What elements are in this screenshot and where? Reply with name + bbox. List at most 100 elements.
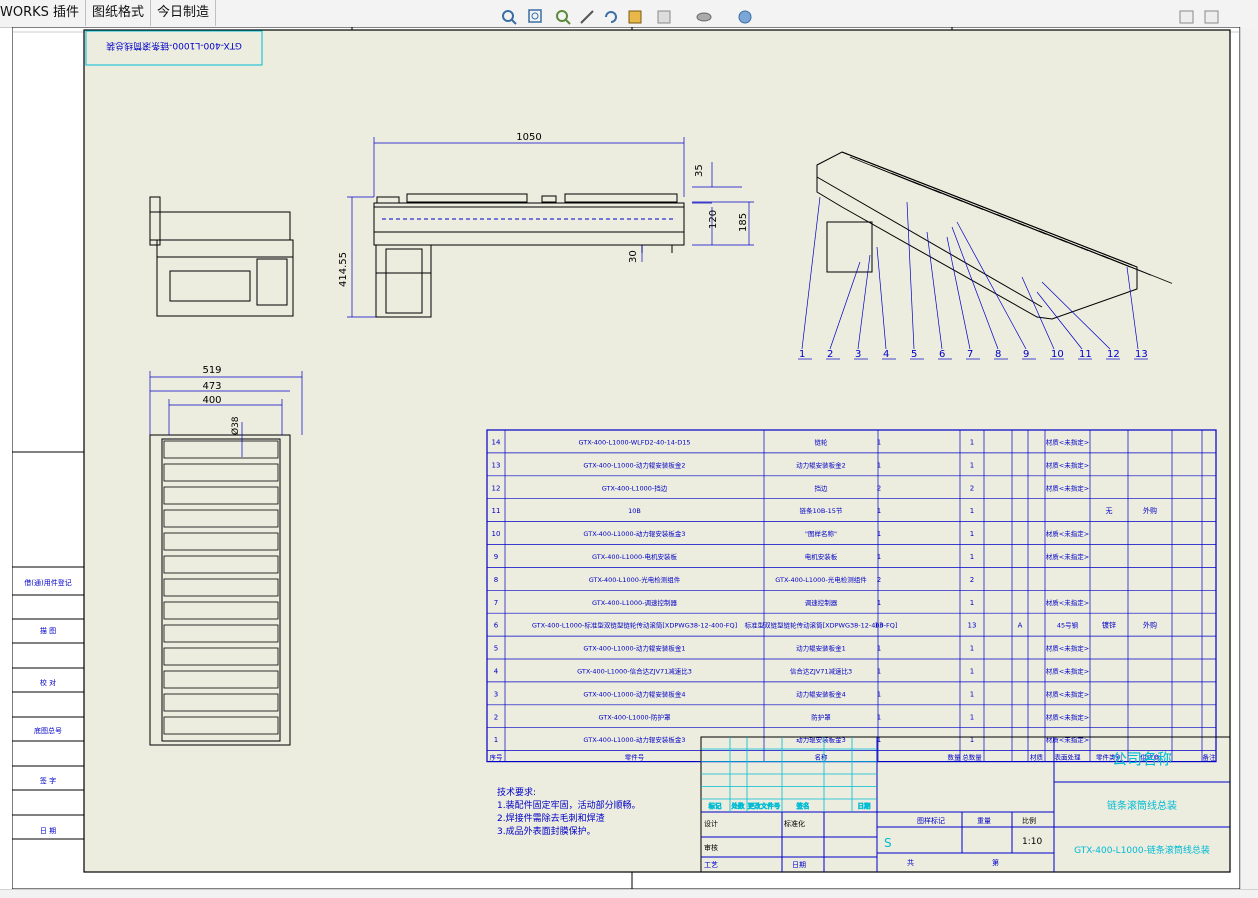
bom-cell: 外购 bbox=[1143, 621, 1157, 630]
bom-cell: "图样名称" bbox=[805, 529, 837, 538]
drawing-name: 链条滚筒线总装 bbox=[1107, 799, 1177, 812]
drawing-canvas: 1 借(通)用件登记 描 图 校 对 底图总号 签 字 日 期 GTX-400-… bbox=[11, 21, 1241, 890]
bom-cell: GTX-400-L1000-标准型双链型链轮传动滚筒[XDPWG38-12-40… bbox=[532, 621, 737, 630]
bom-cell: 13 bbox=[492, 461, 501, 469]
zoom-area-icon[interactable] bbox=[527, 8, 545, 26]
dim-120: 120 bbox=[708, 210, 719, 229]
bom-cell: 调速控制器 bbox=[805, 598, 838, 607]
bom-cell: 1 bbox=[970, 438, 974, 446]
dim-top-width: 1050 bbox=[516, 132, 541, 143]
weight-label: 重量 bbox=[977, 817, 991, 825]
bom-cell: 8 bbox=[494, 576, 498, 584]
rev-col-label: 更改文件号 bbox=[748, 801, 781, 810]
drawing-number: GTX-400-L1000-链条滚筒线总装 bbox=[1074, 844, 1210, 856]
dim-473: 473 bbox=[202, 381, 221, 392]
bom-cell: 镀锌 bbox=[1102, 621, 1116, 630]
panel-expand-icon[interactable] bbox=[1203, 8, 1221, 26]
sheet-label: 第 bbox=[992, 858, 999, 867]
bom-cell: 材质<未指定> bbox=[1046, 552, 1089, 561]
bom-cell: 14 bbox=[492, 438, 501, 446]
balloon-number: 12 bbox=[1107, 349, 1120, 360]
tech-line: 3.成品外表面封膜保护。 bbox=[497, 825, 596, 837]
bom-cell: 材质<未指定> bbox=[1046, 437, 1089, 446]
bom-cell: 12 bbox=[492, 484, 501, 492]
design-label: 设计 bbox=[704, 819, 718, 828]
tab-sheet-format[interactable]: 图纸格式 bbox=[86, 0, 152, 26]
bom-cell: GTX-400-L1000-信合达ZJV71减速比3 bbox=[577, 666, 692, 675]
process-label: 工艺 bbox=[704, 861, 718, 869]
bom-cell: GTX-400-L1000-WLFD2-40-14-D15 bbox=[578, 438, 690, 446]
sidebar-label: 日 期 bbox=[40, 827, 56, 835]
drawing-frame bbox=[83, 29, 1231, 873]
bom-cell: 1 bbox=[970, 713, 974, 721]
bom-cell: 1 bbox=[970, 461, 974, 469]
sidebar-label: 底图总号 bbox=[34, 726, 62, 735]
bom-cell: 1 bbox=[970, 507, 974, 515]
bom-cell: 1 bbox=[970, 667, 974, 675]
appearance-icon[interactable] bbox=[736, 8, 754, 26]
dim-30: 30 bbox=[628, 250, 639, 263]
bom-cell: 材质 bbox=[1030, 753, 1044, 762]
sketch-tool-icon[interactable] bbox=[578, 8, 596, 26]
bom-cell: 1 bbox=[970, 599, 974, 607]
tech-line: 1.装配件固定牢固，活动部分顺畅。 bbox=[497, 799, 641, 811]
balloon-number: 9 bbox=[1023, 349, 1029, 360]
bom-cell: 电机安装板 bbox=[805, 552, 838, 561]
bom-cell: GTX-400-L1000-动力辊安装板金1 bbox=[583, 644, 685, 653]
bom-cell: 材质<未指定> bbox=[1046, 666, 1089, 675]
bom-cell: 1 bbox=[877, 461, 881, 469]
balloon-number: 7 bbox=[967, 349, 973, 360]
bom-cell: GTX-400-L1000-动力辊安装板金3 bbox=[583, 529, 685, 538]
bom-cell: 材质<未指定> bbox=[1046, 644, 1089, 653]
rev-col-label: 标记 bbox=[709, 801, 723, 810]
bom-cell: 零件号 bbox=[625, 753, 645, 762]
bom-cell: 1 bbox=[970, 530, 974, 538]
dim-519: 519 bbox=[202, 365, 221, 376]
sidebar-label: 借(通)用件登记 bbox=[24, 578, 71, 587]
bom-cell: 信合达ZJV71减速比3 bbox=[790, 666, 852, 675]
bom-cell: GTX-400-L1000-动力辊安装板金4 bbox=[583, 689, 685, 698]
bom-cell: 动力辊安装板金4 bbox=[796, 689, 846, 698]
bom-cell: 防护罩 bbox=[811, 712, 831, 721]
bom-cell: 10B bbox=[628, 507, 641, 515]
view-orientation-icon[interactable] bbox=[655, 8, 673, 26]
tab-works-addins[interactable]: WORKS 插件 bbox=[0, 0, 87, 26]
balloon-number: 8 bbox=[995, 349, 1001, 360]
bom-cell: GTX-400-L1000-电机安装板 bbox=[592, 552, 678, 561]
bom-cell: 数量 bbox=[948, 753, 962, 762]
vertical-scrollbar[interactable] bbox=[1240, 27, 1258, 889]
zoom-previous-icon[interactable] bbox=[554, 8, 572, 26]
bom-cell: 1 bbox=[877, 507, 881, 515]
rotate-icon[interactable] bbox=[602, 8, 620, 26]
bom-cell: 名称 bbox=[815, 753, 829, 762]
bom-cell: 动力辊安装板金2 bbox=[796, 460, 846, 469]
hide-show-icon[interactable] bbox=[695, 8, 713, 26]
bom-cell: 2 bbox=[494, 713, 498, 721]
standard-label: 标准化 bbox=[784, 819, 805, 828]
bom-cell: 1 bbox=[877, 645, 881, 653]
bom-cell: 1 bbox=[877, 667, 881, 675]
bom-cell: 链条10B-15节 bbox=[800, 506, 843, 515]
bom-cell: 45号钢 bbox=[1057, 622, 1079, 630]
drawing-sheet[interactable]: 1 借(通)用件登记 描 图 校 对 底图总号 签 字 日 期 GTX-400-… bbox=[11, 21, 1241, 890]
bom-cell: 链轮 bbox=[815, 437, 829, 446]
bom-cell: 外购 bbox=[1143, 506, 1157, 515]
stage-label: 图样标记 bbox=[917, 816, 945, 825]
rev-col-label: 处数 bbox=[732, 801, 746, 810]
sidebar-label: 描 图 bbox=[40, 626, 56, 635]
panel-restore-icon[interactable] bbox=[1178, 8, 1196, 26]
bom-cell: 4 bbox=[494, 667, 499, 675]
rev-col-label: 签名 bbox=[797, 801, 810, 810]
bom-cell: 1 bbox=[877, 690, 881, 698]
bom-cell: 10 bbox=[492, 530, 501, 538]
bom-cell: 1 bbox=[877, 530, 881, 538]
balloon-number: 4 bbox=[883, 349, 889, 360]
zoom-fit-icon[interactable] bbox=[500, 8, 518, 26]
balloon-number: 2 bbox=[827, 349, 833, 360]
rev-col-label: 日期 bbox=[858, 802, 872, 810]
display-style-icon[interactable] bbox=[626, 8, 644, 26]
bom-cell: 挡边 bbox=[815, 483, 829, 492]
tech-line: 2.焊接件需除去毛刺和焊渣 bbox=[497, 812, 605, 824]
tab-today-manufacture[interactable]: 今日制造 bbox=[151, 0, 217, 26]
balloon-number: 6 bbox=[939, 349, 945, 360]
